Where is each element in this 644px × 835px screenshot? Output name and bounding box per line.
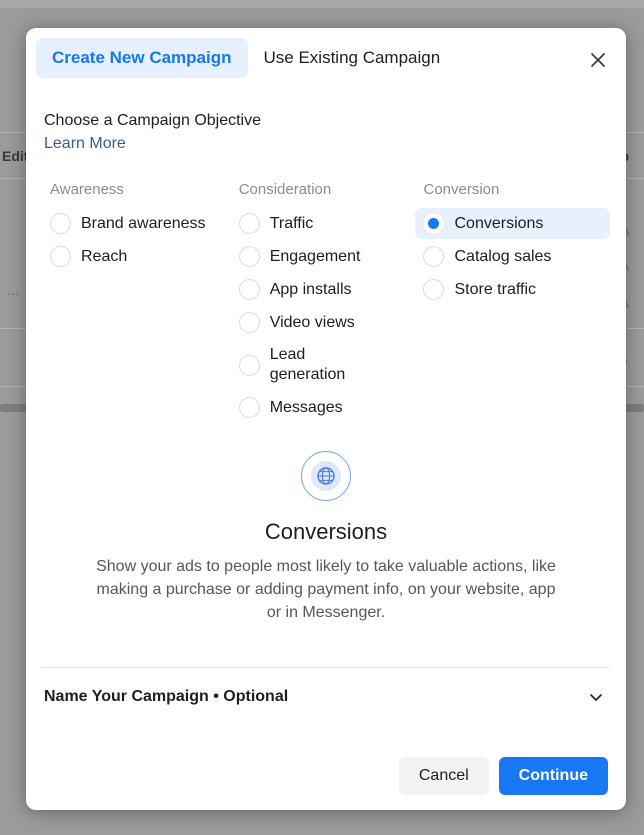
tab-use-existing-campaign[interactable]: Use Existing Campaign <box>248 38 457 78</box>
option-traffic[interactable]: Traffic <box>231 208 416 239</box>
detail-title: Conversions <box>264 519 388 544</box>
objective-columns: Awareness Brand awareness Reach Consider… <box>42 181 610 425</box>
globe-icon-background <box>311 461 341 491</box>
tab-list: Create New Campaign Use Existing Campaig… <box>36 38 456 78</box>
bg-toolbar <box>0 0 644 8</box>
continue-button[interactable]: Continue <box>498 757 608 795</box>
bg-edit-button[interactable]: Edit <box>2 148 26 164</box>
campaign-objective-dialog: Create New Campaign Use Existing Campaig… <box>26 28 626 810</box>
option-reach[interactable]: Reach <box>42 241 231 272</box>
option-label: App installs <box>269 280 352 298</box>
option-label: Engagement <box>269 247 361 265</box>
option-label: Conversions <box>454 214 544 232</box>
option-brand-awareness[interactable]: Brand awareness <box>42 208 231 239</box>
close-icon <box>590 52 606 68</box>
objective-group-conversion: Conversion Conversions Catalog sales Sto… <box>415 181 610 425</box>
option-store-traffic[interactable]: Store traffic <box>415 274 610 305</box>
objective-group-consideration: Consideration Traffic Engagement App ins… <box>231 181 416 425</box>
option-conversions[interactable]: Conversions <box>415 208 610 239</box>
close-button[interactable] <box>582 44 614 76</box>
option-app-installs[interactable]: App installs <box>231 274 416 305</box>
radio-icon[interactable] <box>238 354 260 376</box>
group-title-consideration: Consideration <box>238 181 332 198</box>
dialog-body: Choose a Campaign Objective Learn More A… <box>26 112 626 706</box>
group-title-awareness: Awareness <box>50 181 124 198</box>
radio-icon[interactable] <box>238 279 260 300</box>
option-label: Traffic <box>269 214 314 232</box>
detail-description: Show your ads to people most likely to t… <box>96 558 556 622</box>
option-lead-generation[interactable]: Lead generation <box>231 340 416 390</box>
objective-group-awareness: Awareness Brand awareness Reach <box>42 181 231 425</box>
option-catalog-sales[interactable]: Catalog sales <box>415 241 610 272</box>
radio-icon[interactable] <box>423 246 445 267</box>
option-label: Video views <box>269 313 355 331</box>
group-title-conversion: Conversion <box>423 181 500 198</box>
option-label: Lead generation <box>269 346 346 383</box>
option-video-views[interactable]: Video views <box>231 307 416 338</box>
option-label: Brand awareness <box>81 214 206 232</box>
option-label: Reach <box>81 247 128 265</box>
option-label: Store traffic <box>454 280 536 298</box>
objective-detail: Conversions Show your ads to people most… <box>42 451 610 625</box>
chevron-down-icon[interactable] <box>588 689 608 705</box>
radio-icon[interactable] <box>238 312 260 333</box>
option-messages[interactable]: Messages <box>231 392 416 423</box>
tab-create-new-campaign[interactable]: Create New Campaign <box>36 38 248 78</box>
name-campaign-section[interactable]: Name Your Campaign • Optional <box>42 666 610 706</box>
dialog-header: Create New Campaign Use Existing Campaig… <box>26 28 626 90</box>
radio-icon[interactable] <box>423 279 445 300</box>
cancel-button[interactable]: Cancel <box>398 757 489 795</box>
globe-icon <box>301 451 351 501</box>
dialog-footer: Cancel Continue <box>26 742 626 810</box>
radio-icon[interactable] <box>50 246 71 267</box>
radio-icon[interactable] <box>50 213 71 234</box>
radio-icon[interactable] <box>423 213 445 234</box>
name-campaign-label: Name Your Campaign • Optional <box>44 687 289 705</box>
option-engagement[interactable]: Engagement <box>231 241 416 272</box>
option-label: Catalog sales <box>454 247 552 265</box>
page-title: Choose a Campaign Objective <box>44 112 262 129</box>
radio-icon[interactable] <box>238 246 260 267</box>
option-label: Messages <box>269 398 343 416</box>
learn-more-link[interactable]: Learn More <box>44 135 126 153</box>
radio-icon[interactable] <box>238 397 260 418</box>
radio-icon[interactable] <box>238 213 260 234</box>
bg-overflow-ellipsis[interactable]: … <box>6 282 26 298</box>
